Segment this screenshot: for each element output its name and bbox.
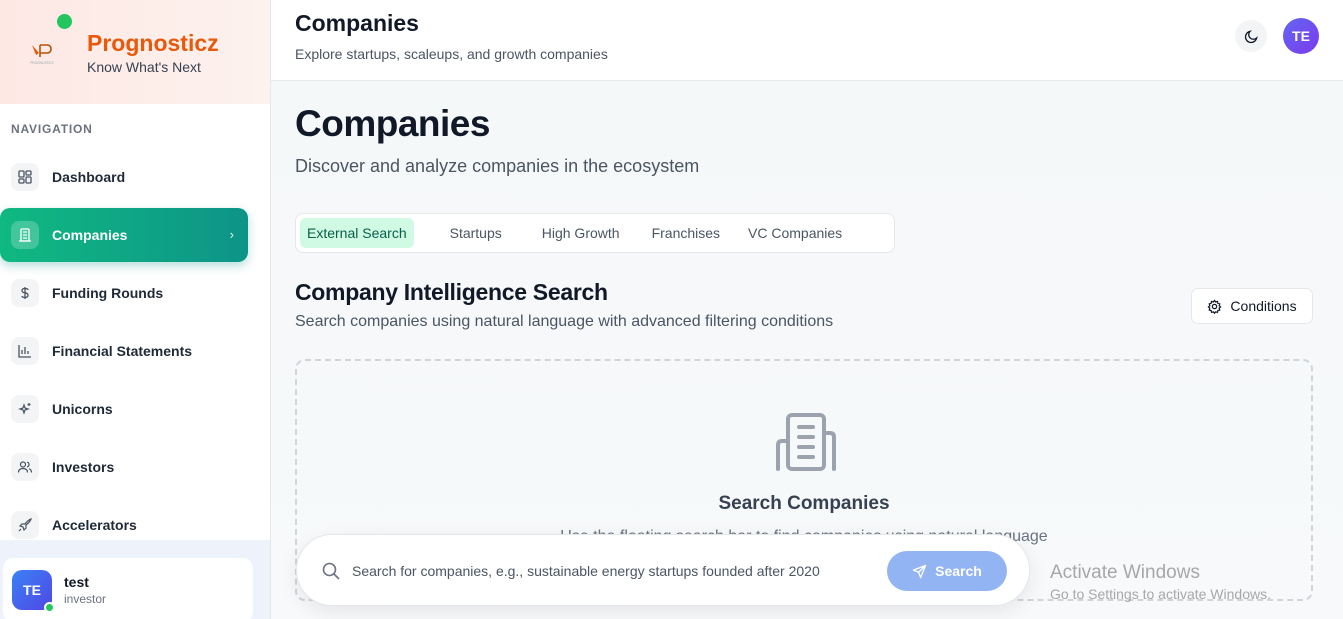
avatar[interactable]: TE [1283, 18, 1319, 54]
search-icon [321, 561, 341, 586]
conditions-button[interactable]: Conditions [1191, 288, 1313, 324]
sparkles-icon [11, 395, 39, 423]
sidebar-item-label: Investors [52, 459, 115, 475]
svg-text:PROGNOSTICZ: PROGNOSTICZ [30, 61, 53, 65]
sidebar-item-label: Financial Statements [52, 343, 193, 359]
sidebar-item-financial-statements[interactable]: Financial Statements [0, 324, 248, 378]
sidebar-item-dashboard[interactable]: Dashboard [0, 150, 248, 204]
tab-vc-companies[interactable]: VC Companies [741, 218, 849, 248]
empty-state-title: Search Companies [718, 493, 890, 514]
search-button[interactable]: Search [887, 551, 1007, 591]
page-subtitle: Discover and analyze companies in the ec… [295, 156, 700, 176]
sidebar-item-unicorns[interactable]: Unicorns [0, 382, 248, 436]
watermark-title: Activate Windows [1050, 562, 1200, 583]
brand-tagline: Know What's Next [87, 58, 201, 75]
search-input[interactable] [352, 559, 872, 583]
sidebar-item-label: Dashboard [52, 169, 126, 185]
windows-activation-watermark: Activate Windows Go to Settings to activ… [1050, 562, 1271, 602]
sidebar-item-investors[interactable]: Investors [0, 440, 248, 494]
page-title: Companies [295, 103, 490, 144]
brand-logo: PROGNOSTICZ [20, 30, 64, 74]
dollar-icon [11, 279, 39, 307]
header-subtitle: Explore startups, scaleups, and growth c… [295, 46, 608, 62]
tab-bar: External Search Startups High Growth Fra… [295, 213, 895, 253]
floating-search-bar: Search [296, 534, 1030, 606]
brand-name: Prognosticz [87, 29, 219, 56]
sidebar-item-label: Companies [52, 227, 128, 243]
users-icon [11, 453, 39, 481]
sidebar-item-label: Funding Rounds [52, 285, 164, 301]
tab-startups[interactable]: Startups [443, 218, 509, 248]
gear-icon [1207, 298, 1222, 314]
section-title: Company Intelligence Search [295, 279, 608, 305]
sidebar-item-label: Accelerators [52, 517, 137, 533]
sidebar-item-label: Unicorns [52, 401, 113, 417]
conditions-label: Conditions [1230, 298, 1297, 314]
rocket-icon [11, 511, 39, 539]
tab-high-growth[interactable]: High Growth [535, 218, 627, 248]
sidebar: PROGNOSTICZ Prognosticz Know What's Next… [0, 0, 271, 619]
status-dot [57, 14, 72, 29]
sidebar-nav: Dashboard Companies › Funding Rounds Fin… [0, 150, 271, 556]
header-title: Companies [295, 10, 419, 36]
theme-toggle-button[interactable] [1235, 20, 1267, 52]
user-footer: TE test investor [0, 540, 270, 619]
brand-header[interactable]: PROGNOSTICZ Prognosticz Know What's Next [0, 0, 270, 104]
tab-external-search[interactable]: External Search [300, 218, 414, 248]
sidebar-item-funding-rounds[interactable]: Funding Rounds [0, 266, 248, 320]
tab-franchises[interactable]: Franchises [645, 218, 727, 248]
moon-icon [1244, 29, 1258, 43]
building-icon [775, 411, 837, 478]
bar-chart-icon [11, 337, 39, 365]
avatar-initials: TE [23, 582, 41, 598]
chevron-right-icon: › [229, 227, 234, 242]
watermark-subtitle: Go to Settings to activate Windows. [1050, 586, 1271, 602]
user-role: investor [64, 592, 107, 606]
section-subtitle: Search companies using natural language … [295, 313, 834, 330]
dashboard-icon [11, 163, 39, 191]
sidebar-item-companies[interactable]: Companies › [0, 208, 248, 262]
online-indicator [44, 602, 55, 613]
top-header: Companies Explore startups, scaleups, an… [271, 0, 1343, 81]
avatar: TE [12, 570, 55, 613]
send-icon [912, 564, 927, 578]
building-icon [11, 221, 39, 249]
user-card[interactable]: TE test investor [3, 558, 253, 619]
user-name: test [64, 574, 89, 590]
search-button-label: Search [935, 563, 982, 579]
nav-heading: NAVIGATION [11, 122, 93, 136]
